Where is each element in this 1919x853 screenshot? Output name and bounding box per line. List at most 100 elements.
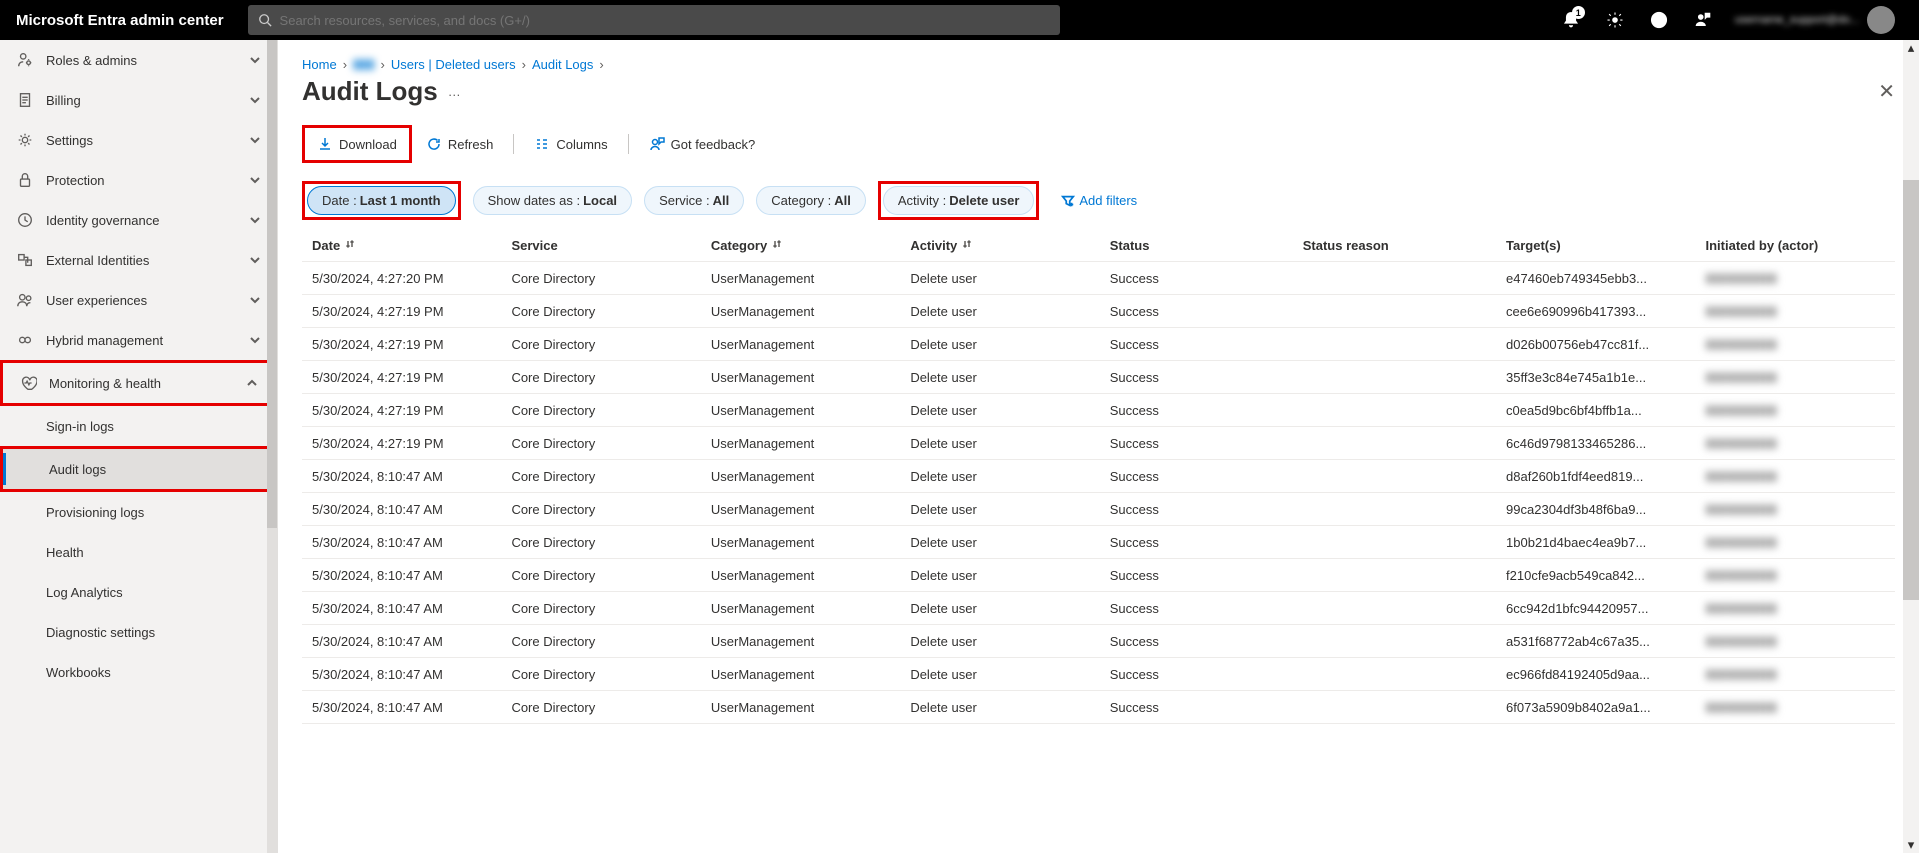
sidebar-label: Protection — [46, 173, 105, 188]
cell — [1293, 658, 1496, 691]
table-row[interactable]: 5/30/2024, 8:10:47 AMCore DirectoryUserM… — [302, 559, 1895, 592]
sidebar-item-settings[interactable]: Settings — [0, 120, 277, 160]
columns-icon — [534, 136, 550, 152]
search-box[interactable] — [248, 5, 1060, 35]
cell: Success — [1100, 394, 1293, 427]
search-input[interactable] — [280, 13, 1050, 28]
cell — [1293, 625, 1496, 658]
breadcrumb-link[interactable]: Audit Logs — [532, 57, 593, 72]
cell: UserManagement — [701, 427, 900, 460]
cell: Core Directory — [501, 493, 700, 526]
sidebar-item-diagnostic-settings[interactable]: Diagnostic settings — [0, 612, 277, 652]
feedback-button[interactable] — [1683, 0, 1723, 40]
cell: Core Directory — [501, 427, 700, 460]
sidebar-label: Settings — [46, 133, 93, 148]
sidebar-item-hybrid-management[interactable]: Hybrid management — [0, 320, 277, 360]
breadcrumb-separator: › — [381, 57, 385, 72]
table-row[interactable]: 5/30/2024, 8:10:47 AMCore DirectoryUserM… — [302, 625, 1895, 658]
sidebar-item-audit-logs[interactable]: Audit logs — [3, 449, 274, 489]
page-title: Audit Logs — [302, 76, 438, 107]
chevron-down-icon — [249, 54, 261, 66]
cell: Success — [1100, 427, 1293, 460]
column-header-category[interactable]: Category — [701, 230, 900, 262]
cell: Core Directory — [501, 460, 700, 493]
scroll-up-icon[interactable]: ▴ — [1903, 40, 1919, 56]
app-title: Microsoft Entra admin center — [16, 12, 224, 29]
content-scrollbar[interactable]: ▴ ▾ — [1903, 40, 1919, 853]
cell: ▮▮▮▮▮▮▮▮▮▮ — [1695, 658, 1895, 691]
cell: 5/30/2024, 8:10:47 AM — [302, 691, 501, 724]
sidebar-item-sign-in-logs[interactable]: Sign-in logs — [0, 406, 277, 446]
sidebar-item-health[interactable]: Health — [0, 532, 277, 572]
column-header-service[interactable]: Service — [501, 230, 700, 262]
table-row[interactable]: 5/30/2024, 8:10:47 AMCore DirectoryUserM… — [302, 658, 1895, 691]
filter-category[interactable]: Category : All — [756, 186, 866, 215]
table-row[interactable]: 5/30/2024, 4:27:20 PMCore DirectoryUserM… — [302, 262, 1895, 295]
refresh-button[interactable]: Refresh — [416, 130, 504, 158]
cell: 5/30/2024, 4:27:19 PM — [302, 328, 501, 361]
sidebar: Roles & admins Billing Settings Protection I… — [0, 40, 278, 853]
download-button[interactable]: Download — [307, 130, 407, 158]
cell: Success — [1100, 658, 1293, 691]
close-button[interactable]: ✕ — [1878, 79, 1895, 104]
sidebar-item-log-analytics[interactable]: Log Analytics — [0, 572, 277, 612]
breadcrumb-separator: › — [343, 57, 347, 72]
filter-show-dates[interactable]: Show dates as : Local — [473, 186, 632, 215]
columns-button[interactable]: Columns — [524, 130, 617, 158]
cell: a531f68772ab4c67a35... — [1496, 625, 1695, 658]
sidebar-item-identity-governance[interactable]: Identity governance — [0, 200, 277, 240]
sidebar-scrollbar[interactable] — [267, 40, 277, 853]
sidebar-label: Billing — [46, 93, 81, 108]
sidebar-item-workbooks[interactable]: Workbooks — [0, 652, 277, 692]
column-header-status[interactable]: Status — [1100, 230, 1293, 262]
scroll-thumb[interactable] — [1903, 180, 1919, 600]
column-header-date[interactable]: Date — [302, 230, 501, 262]
cell — [1293, 262, 1496, 295]
breadcrumb-link[interactable]: ▮▮▮ — [353, 56, 374, 72]
user-menu[interactable]: username_support@do... — [1727, 6, 1903, 34]
sidebar-item-roles-admins[interactable]: Roles & admins — [0, 40, 277, 80]
table-row[interactable]: 5/30/2024, 8:10:47 AMCore DirectoryUserM… — [302, 592, 1895, 625]
breadcrumb-link[interactable]: Users | Deleted users — [391, 57, 516, 72]
scroll-down-icon[interactable]: ▾ — [1903, 837, 1919, 853]
column-header-initiated-by-actor-[interactable]: Initiated by (actor) — [1695, 230, 1895, 262]
sidebar-item-billing[interactable]: Billing — [0, 80, 277, 120]
table-row[interactable]: 5/30/2024, 4:27:19 PMCore DirectoryUserM… — [302, 394, 1895, 427]
table-row[interactable]: 5/30/2024, 8:10:47 AMCore DirectoryUserM… — [302, 460, 1895, 493]
filter-activity[interactable]: Activity : Delete user — [883, 186, 1035, 215]
column-header-target-s-[interactable]: Target(s) — [1496, 230, 1695, 262]
cell: Success — [1100, 262, 1293, 295]
filter-service[interactable]: Service : All — [644, 186, 744, 215]
table-row[interactable]: 5/30/2024, 4:27:19 PMCore DirectoryUserM… — [302, 361, 1895, 394]
feedback-link[interactable]: Got feedback? — [639, 130, 766, 158]
cell: ▮▮▮▮▮▮▮▮▮▮ — [1695, 592, 1895, 625]
table-row[interactable]: 5/30/2024, 4:27:19 PMCore DirectoryUserM… — [302, 328, 1895, 361]
more-button[interactable]: … — [448, 84, 461, 99]
breadcrumb-link[interactable]: Home — [302, 57, 337, 72]
help-button[interactable] — [1639, 0, 1679, 40]
refresh-icon — [426, 136, 442, 152]
sidebar-item-protection[interactable]: Protection — [0, 160, 277, 200]
help-icon — [1650, 11, 1668, 29]
sidebar-item-external-identities[interactable]: External Identities — [0, 240, 277, 280]
sidebar-item-monitoring-health[interactable]: Monitoring & health — [3, 363, 274, 403]
table-row[interactable]: 5/30/2024, 8:10:47 AMCore DirectoryUserM… — [302, 526, 1895, 559]
table-row[interactable]: 5/30/2024, 4:27:19 PMCore DirectoryUserM… — [302, 295, 1895, 328]
table-row[interactable]: 5/30/2024, 4:27:19 PMCore DirectoryUserM… — [302, 427, 1895, 460]
sidebar-item-user-experiences[interactable]: User experiences — [0, 280, 277, 320]
add-filter-button[interactable]: Add filters — [1051, 187, 1147, 214]
notifications-button[interactable]: 1 — [1551, 0, 1591, 40]
highlight: Audit logs — [0, 446, 277, 492]
column-header-activity[interactable]: Activity — [900, 230, 1099, 262]
cell: Delete user — [900, 658, 1099, 691]
sidebar-item-provisioning-logs[interactable]: Provisioning logs — [0, 492, 277, 532]
filter-date[interactable]: Date : Last 1 month — [307, 186, 456, 215]
table-row[interactable]: 5/30/2024, 8:10:47 AMCore DirectoryUserM… — [302, 691, 1895, 724]
cell: Delete user — [900, 559, 1099, 592]
table-row[interactable]: 5/30/2024, 8:10:47 AMCore DirectoryUserM… — [302, 493, 1895, 526]
cell — [1293, 691, 1496, 724]
settings-button[interactable] — [1595, 0, 1635, 40]
column-header-status-reason[interactable]: Status reason — [1293, 230, 1496, 262]
cell: ▮▮▮▮▮▮▮▮▮▮ — [1695, 295, 1895, 328]
cell — [1293, 295, 1496, 328]
